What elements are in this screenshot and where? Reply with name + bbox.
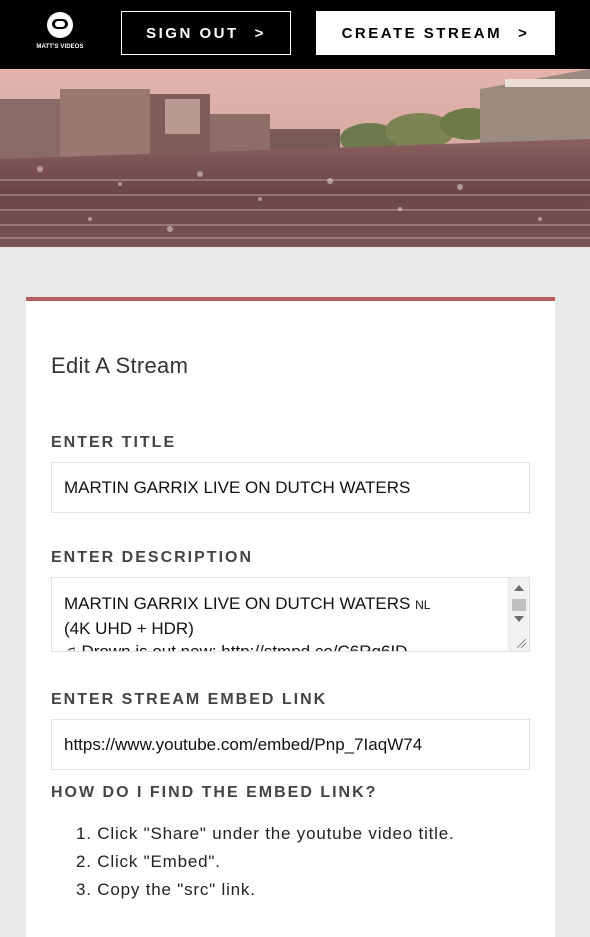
description-textarea[interactable]: MARTIN GARRIX LIVE ON DUTCH WATERS NL (4… [51, 577, 530, 652]
scroll-up-arrow-icon[interactable] [514, 585, 524, 591]
logo-text: MATT'S VIDEOS [36, 44, 84, 50]
list-item: 3. Copy the "src" link. [76, 880, 256, 899]
description-line: ♫ Drown is out now: http://stmpd.co/C6Rg… [64, 642, 408, 652]
embed-link-label: ENTER STREAM EMBED LINK [51, 691, 328, 708]
sign-out-label: SIGN OUT [146, 24, 239, 42]
logo-icon [47, 12, 73, 38]
list-item: 2. Click "Embed". [76, 852, 221, 871]
top-nav-bar: MATT'S VIDEOS SIGN OUT > CREATE STREAM > [0, 0, 590, 69]
description-label: ENTER DESCRIPTION [51, 549, 254, 566]
scrollbar-thumb[interactable] [512, 599, 526, 611]
help-steps-list: 1. Click "Share" under the youtube video… [76, 820, 455, 904]
resize-handle-icon[interactable] [515, 637, 527, 649]
chevron-right-icon: > [254, 24, 266, 42]
create-stream-label: CREATE STREAM [341, 24, 503, 42]
page-title: Edit A Stream [51, 353, 189, 378]
embed-link-input[interactable]: https://www.youtube.com/embed/Pnp_7IaqW7… [51, 719, 530, 770]
embed-link-value: https://www.youtube.com/embed/Pnp_7IaqW7… [64, 734, 423, 754]
list-item: 1. Click "Share" under the youtube video… [76, 824, 455, 843]
hero-banner-image [0, 69, 590, 247]
title-value: MARTIN GARRIX LIVE ON DUTCH WATERS [64, 477, 411, 497]
scroll-down-arrow-icon[interactable] [514, 616, 524, 622]
description-line: (4K UHD + HDR) [64, 619, 194, 638]
title-label: ENTER TITLE [51, 434, 177, 451]
edit-stream-card: Edit A Stream ENTER TITLE MARTIN GARRIX … [26, 297, 555, 937]
logo[interactable]: MATT'S VIDEOS [30, 10, 90, 58]
create-stream-button[interactable]: CREATE STREAM > [316, 11, 555, 55]
sign-out-button[interactable]: SIGN OUT > [121, 11, 291, 55]
chevron-right-icon: > [518, 24, 530, 42]
title-input[interactable]: MARTIN GARRIX LIVE ON DUTCH WATERS [51, 462, 530, 513]
help-heading: HOW DO I FIND THE EMBED LINK? [51, 784, 378, 801]
description-line: MARTIN GARRIX LIVE ON DUTCH WATERS [64, 594, 411, 613]
description-flag-text: NL [415, 598, 431, 612]
description-text: MARTIN GARRIX LIVE ON DUTCH WATERS NL (4… [64, 592, 504, 652]
